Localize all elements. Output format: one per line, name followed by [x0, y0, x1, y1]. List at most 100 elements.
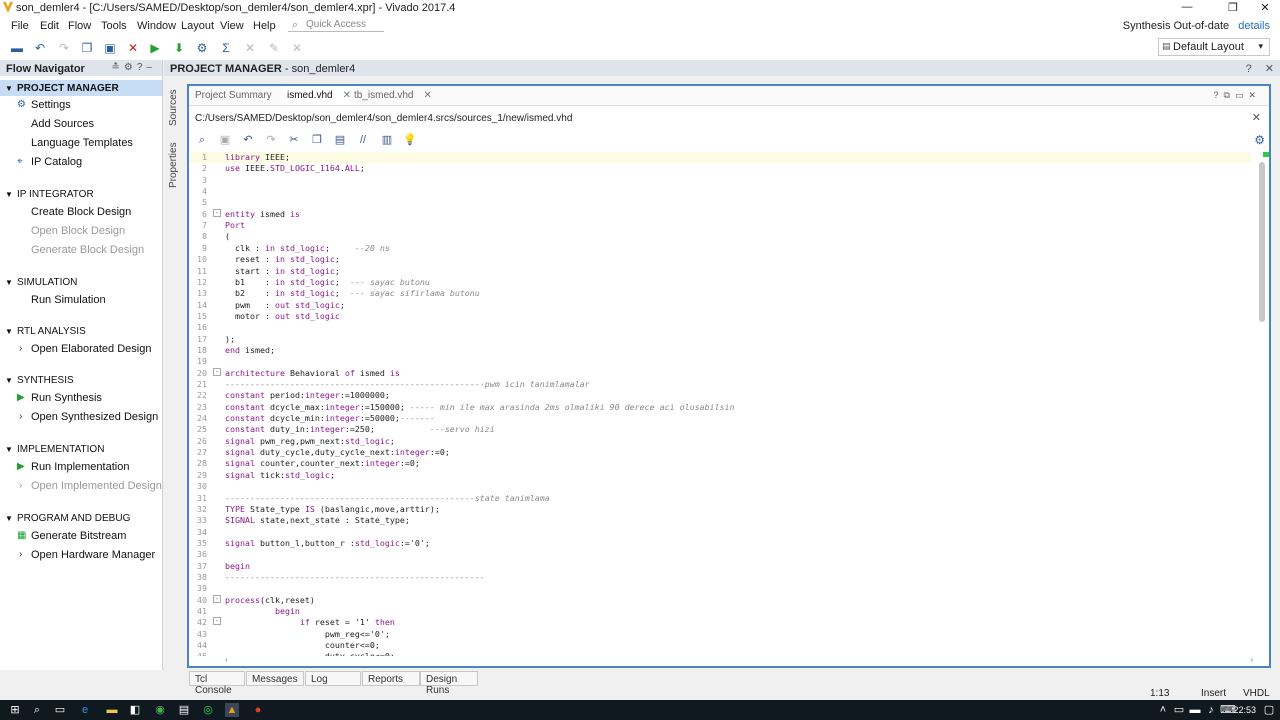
- nav-language-templates[interactable]: Language Templates: [31, 137, 133, 149]
- code-line[interactable]: 34: [189, 527, 1251, 538]
- report-icon[interactable]: Σ: [218, 40, 234, 56]
- tab-log[interactable]: Log: [305, 671, 361, 686]
- code-line[interactable]: 37 begin: [189, 561, 1251, 572]
- menu-view[interactable]: View: [220, 20, 244, 32]
- code-line[interactable]: 12 b1 : in std_logic; --- sayac butonu: [189, 277, 1251, 288]
- search-icon[interactable]: ⌕: [30, 703, 44, 717]
- tab-messages[interactable]: Messages: [246, 671, 304, 686]
- mark-icon[interactable]: ✎: [266, 40, 282, 56]
- code-line[interactable]: 41 begin: [189, 606, 1251, 617]
- run-icon[interactable]: ▶: [147, 40, 163, 56]
- whatsapp-icon[interactable]: ◎: [201, 703, 215, 717]
- menu-help[interactable]: Help: [253, 20, 276, 32]
- code-line[interactable]: 43 pwm_reg<='0';: [189, 629, 1251, 640]
- menu-tools[interactable]: Tools: [101, 20, 127, 32]
- quick-access-input[interactable]: ⌕ Quick Access: [288, 19, 384, 32]
- redo-icon[interactable]: ↷: [56, 40, 72, 56]
- fold-toggle-icon[interactable]: -: [213, 594, 221, 603]
- fold-toggle-icon[interactable]: -: [213, 367, 221, 376]
- code-line[interactable]: 1 library IEEE;: [189, 152, 1251, 164]
- gear-icon[interactable]: ⚙: [1254, 133, 1265, 147]
- menu-edit[interactable]: Edit: [40, 20, 59, 32]
- code-line[interactable]: 44 counter<=0;: [189, 640, 1251, 651]
- volume-icon[interactable]: ♪: [1204, 703, 1218, 717]
- tab-properties[interactable]: Properties: [168, 142, 179, 188]
- search-icon[interactable]: ⌕: [195, 133, 209, 147]
- scroll-right-icon[interactable]: ›: [1250, 655, 1253, 664]
- tab-design-runs[interactable]: Design Runs: [420, 671, 478, 696]
- nav-open-synthesized-design[interactable]: Open Synthesized Design: [31, 411, 158, 423]
- nav-generate-bitstream[interactable]: Generate Bitstream: [31, 530, 126, 542]
- notepad-icon[interactable]: ▤: [177, 703, 191, 717]
- undo-icon[interactable]: ↶: [32, 40, 48, 56]
- lightbulb-icon[interactable]: 💡: [403, 133, 417, 147]
- redo-icon[interactable]: ↷: [264, 133, 278, 147]
- cut-icon[interactable]: ✂: [287, 133, 301, 147]
- fold-toggle-icon[interactable]: -: [213, 208, 221, 217]
- undo-icon[interactable]: ↶: [241, 133, 255, 147]
- save-icon[interactable]: ▣: [218, 133, 232, 147]
- settings-icon[interactable]: ⚙: [194, 40, 210, 56]
- code-line[interactable]: 10 reset : in std_logic;: [189, 254, 1251, 265]
- comment-icon[interactable]: //: [356, 133, 370, 147]
- chevron-right-icon[interactable]: ›: [19, 343, 22, 354]
- nav-open-implemented-design[interactable]: Open Implemented Design: [31, 480, 162, 492]
- code-line[interactable]: 40- process(clk,reset): [189, 594, 1251, 606]
- file-explorer-icon[interactable]: ▬: [105, 703, 119, 717]
- chevron-right-icon[interactable]: ›: [19, 480, 22, 491]
- code-line[interactable]: 33 SIGNAL state,next_state : State_type;: [189, 515, 1251, 526]
- code-line[interactable]: 18 end ismed;: [189, 345, 1251, 356]
- paste-icon[interactable]: ▣: [102, 40, 118, 56]
- program-device-icon[interactable]: ⬇: [171, 40, 187, 56]
- tab-tb-ismed-vhd[interactable]: tb_ismed.vhd ✕: [348, 86, 438, 105]
- nav-run-simulation[interactable]: Run Simulation: [31, 294, 106, 306]
- code-line[interactable]: 39: [189, 583, 1251, 594]
- battery-icon[interactable]: ▬: [1188, 703, 1202, 717]
- code-line[interactable]: 31 --------------------------------------…: [189, 493, 1251, 504]
- code-line[interactable]: 8(: [189, 231, 1251, 242]
- minimize-button[interactable]: —: [1172, 1, 1202, 15]
- code-line[interactable]: 20- architecture Behavioral of ismed is: [189, 367, 1251, 379]
- notifications-icon[interactable]: ▢: [1262, 703, 1276, 717]
- code-line[interactable]: 36: [189, 549, 1251, 560]
- close-icon[interactable]: ✕: [423, 90, 431, 101]
- paste-icon[interactable]: ▤: [333, 133, 347, 147]
- fold-toggle-icon[interactable]: -: [213, 617, 221, 626]
- code-line[interactable]: 13 b2 : in std_logic; --- sayac sifirlam…: [189, 288, 1251, 299]
- code-line[interactable]: 38 --------------------------------------…: [189, 572, 1251, 583]
- code-editor[interactable]: 1 library IEEE; 2 use IEEE.STD_LOGIC_1164.A…: [189, 150, 1251, 656]
- nav-settings[interactable]: Settings: [31, 99, 71, 111]
- delete-icon[interactable]: ✕: [125, 40, 141, 56]
- code-line[interactable]: 29 signal tick:std_logic;: [189, 470, 1251, 481]
- menu-window[interactable]: Window: [137, 20, 176, 32]
- nav-add-sources[interactable]: Add Sources: [31, 118, 94, 130]
- nav-open-block-design[interactable]: Open Block Design: [31, 225, 125, 237]
- copy-icon[interactable]: ❐: [310, 133, 324, 147]
- restore-button[interactable]: ❐: [1218, 1, 1248, 15]
- code-line[interactable]: 35 signal button_l,button_r :std_logic:='…: [189, 538, 1251, 549]
- tab-ismed-vhd[interactable]: ismed.vhd ✕: [281, 86, 357, 105]
- copy-icon[interactable]: ❐: [79, 40, 95, 56]
- code-line[interactable]: 9 clk : in std_logic; --20 ns: [189, 243, 1251, 254]
- menu-flow[interactable]: Flow: [68, 20, 91, 32]
- nav-run-implementation[interactable]: Run Implementation: [31, 461, 129, 473]
- code-line[interactable]: 15 motor : out std_logic: [189, 311, 1251, 322]
- tab-reports[interactable]: Reports: [362, 671, 420, 686]
- vertical-scrollbar[interactable]: [1259, 162, 1265, 322]
- windows-start-icon[interactable]: ⊞: [8, 703, 22, 717]
- close-window-button[interactable]: ✕: [1250, 1, 1280, 15]
- code-line[interactable]: 22 constant period:integer:=1000000;: [189, 390, 1251, 401]
- code-line[interactable]: 25 constant duty_in:integer:=250; ---serv…: [189, 424, 1251, 435]
- code-line[interactable]: 26 signal pwm_reg,pwm_next:std_logic;: [189, 436, 1251, 447]
- code-line[interactable]: 32 TYPE State_type IS (baslangic,move,art…: [189, 504, 1251, 515]
- column-select-icon[interactable]: ▥: [380, 133, 394, 147]
- store-icon[interactable]: ◧: [128, 703, 142, 717]
- open-project-icon[interactable]: ▬: [9, 40, 25, 56]
- code-line[interactable]: 45 duty_cycle<=0;: [189, 651, 1251, 656]
- code-line[interactable]: 42- if reset = '1' then: [189, 617, 1251, 628]
- code-line[interactable]: 6- entity ismed is: [189, 208, 1251, 220]
- code-line[interactable]: 7 Port: [189, 220, 1251, 231]
- network-icon[interactable]: ▭: [1172, 703, 1186, 717]
- code-line[interactable]: 17);: [189, 334, 1251, 345]
- chrome-icon[interactable]: ◉: [153, 703, 167, 717]
